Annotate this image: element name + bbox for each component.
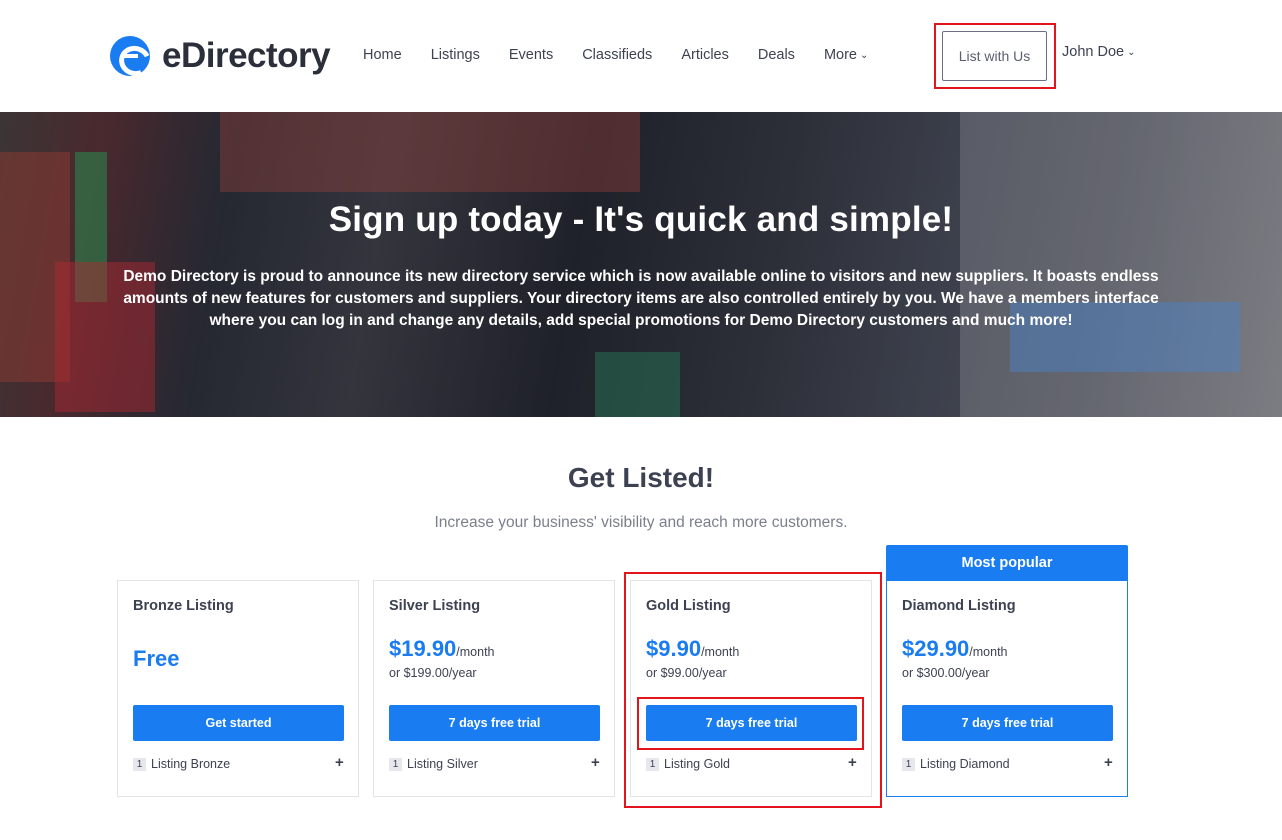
logo-icon: [110, 36, 150, 76]
user-menu[interactable]: John Doe ⌄: [1062, 44, 1135, 60]
logo-text: eDirectory: [162, 36, 331, 75]
get-started-button[interactable]: Get started: [133, 705, 344, 741]
main-nav: Home Listings Events Classifieds Article…: [363, 44, 897, 66]
nav-events[interactable]: Events: [509, 47, 553, 63]
feature-count-badge: 1: [646, 757, 659, 771]
plan-price: $29.90/month: [902, 636, 1008, 662]
hero-bg-shape: [220, 112, 640, 192]
feature-label: Listing Silver: [407, 757, 478, 771]
free-trial-button[interactable]: 7 days free trial: [646, 705, 857, 741]
plan-feature: 1 Listing Bronze: [133, 757, 230, 771]
feature-label: Listing Bronze: [151, 757, 231, 771]
plan-price: Free: [133, 646, 180, 671]
expand-plus-icon[interactable]: +: [335, 754, 344, 771]
site-header: eDirectory Home Listings Events Classifi…: [0, 0, 1282, 112]
section-subtitle: Increase your business' visibility and r…: [434, 514, 848, 531]
feature-count-badge: 1: [133, 757, 146, 771]
nav-home[interactable]: Home: [363, 47, 402, 63]
plan-price: $19.90/month: [389, 636, 495, 662]
nav-articles[interactable]: Articles: [681, 47, 729, 63]
feature-count-badge: 1: [902, 757, 915, 771]
plan-price: $9.90/month: [646, 636, 739, 662]
plan-name: Gold Listing: [646, 598, 731, 614]
free-trial-button[interactable]: 7 days free trial: [389, 705, 600, 741]
hero-bg-shape: [595, 352, 680, 417]
plan-yearly-price: or $99.00/year: [646, 666, 727, 680]
plan-name: Diamond Listing: [902, 598, 1016, 614]
expand-plus-icon[interactable]: +: [848, 754, 857, 771]
expand-plus-icon[interactable]: +: [1104, 754, 1113, 771]
user-name: John Doe: [1062, 44, 1125, 60]
list-with-us-button[interactable]: List with Us: [942, 31, 1047, 81]
plan-card-diamond: Diamond Listing $29.90/month or $300.00/…: [886, 580, 1128, 797]
feature-label: Listing Diamond: [920, 757, 1010, 771]
logo[interactable]: eDirectory: [110, 36, 331, 76]
nav-more[interactable]: More ⌄: [824, 47, 868, 63]
plan-yearly-price: or $199.00/year: [389, 666, 477, 680]
nav-classifieds[interactable]: Classifieds: [582, 47, 652, 63]
chevron-down-icon: ⌄: [859, 50, 869, 61]
hero-description: Demo Directory is proud to announce its …: [123, 268, 1159, 329]
plan-card-silver: Silver Listing $19.90/month or $199.00/y…: [373, 580, 615, 797]
nav-more-label: More: [823, 47, 857, 63]
plan-yearly-price: or $300.00/year: [902, 666, 990, 680]
price-amount: $29.90: [902, 636, 970, 661]
most-popular-badge: Most popular: [886, 545, 1128, 581]
plan-card-gold: Gold Listing $9.90/month or $99.00/year …: [630, 580, 872, 797]
feature-count-badge: 1: [389, 757, 402, 771]
plan-name: Silver Listing: [389, 598, 481, 614]
price-amount: $19.90: [389, 636, 457, 661]
nav-deals[interactable]: Deals: [758, 47, 795, 63]
hero-title: Sign up today - It's quick and simple!: [328, 200, 954, 239]
price-period: /month: [701, 645, 740, 659]
price-amount: $9.90: [646, 636, 702, 661]
plan-feature: 1 Listing Silver: [389, 757, 478, 771]
plan-feature: 1 Listing Gold: [646, 757, 730, 771]
expand-plus-icon[interactable]: +: [591, 754, 600, 771]
chevron-down-icon: ⌄: [1127, 47, 1136, 58]
free-trial-button[interactable]: 7 days free trial: [902, 705, 1113, 741]
plan-card-bronze: Bronze Listing Free Get started 1 Listing…: [117, 580, 359, 797]
feature-label: Listing Gold: [664, 757, 731, 771]
plan-feature: 1 Listing Diamond: [902, 757, 1010, 771]
price-period: /month: [456, 645, 495, 659]
plan-name: Bronze Listing: [133, 598, 234, 614]
section-title: Get Listed!: [567, 462, 715, 493]
price-period: /month: [969, 645, 1008, 659]
hero-banner: Sign up today - It's quick and simple! D…: [0, 112, 1282, 417]
nav-listings[interactable]: Listings: [431, 47, 480, 63]
hero-bg-shape: [960, 112, 1282, 417]
